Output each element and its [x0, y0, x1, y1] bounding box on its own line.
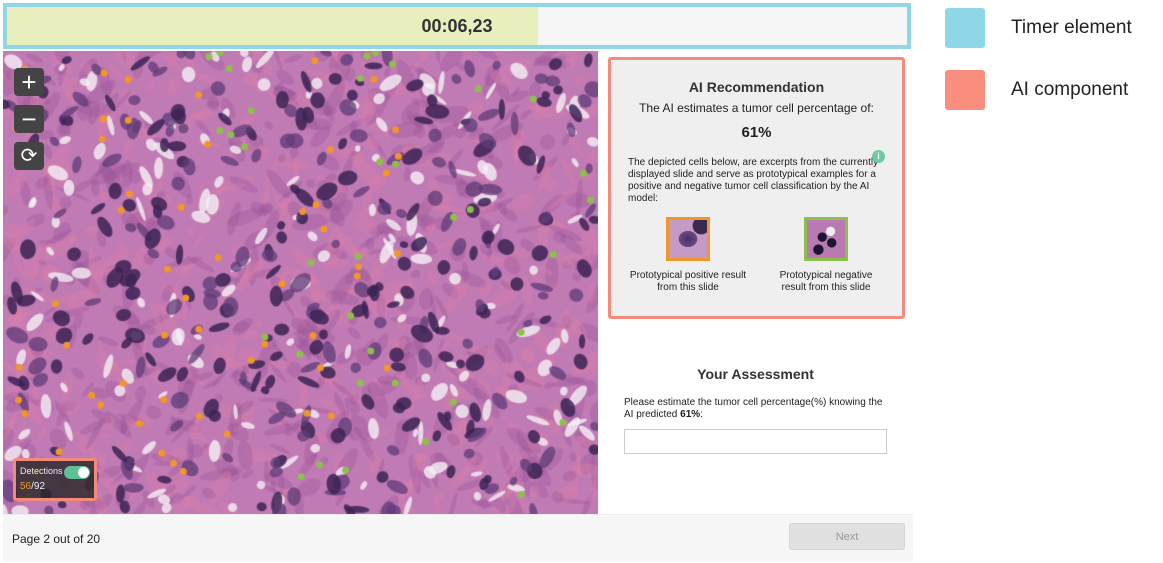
- ai-recommendation-panel: AI Recommendation The AI estimates a tum…: [608, 57, 905, 319]
- negative-prototype-label: Prototypical negative result from this s…: [779, 270, 873, 293]
- ai-percentage: 61%: [741, 124, 772, 141]
- total-count: /92: [31, 481, 46, 492]
- legend-ai: AI component: [945, 70, 1128, 110]
- rotate-button[interactable]: ⟳: [14, 142, 44, 170]
- legend-swatch: [945, 70, 985, 110]
- ai-title: AI Recommendation: [688, 79, 825, 95]
- legend-label: AI component: [1011, 79, 1129, 100]
- detections-panel: Detections 56/92: [13, 458, 97, 501]
- positive-count: 56: [20, 481, 32, 492]
- minus-icon: −: [21, 104, 37, 134]
- histology-image[interactable]: [3, 51, 598, 514]
- page-indicator: Page 2 out of 20: [12, 532, 101, 546]
- timer-text: 00:06,23: [421, 15, 493, 36]
- assessment-section: Your Assessment Please estimate the tumo…: [598, 366, 913, 454]
- plus-icon: +: [21, 67, 37, 97]
- zoom-out-button[interactable]: −: [14, 105, 44, 133]
- footer: Page 2 out of 20 Next: [3, 514, 913, 561]
- slide-viewer[interactable]: + − ⟳: [3, 51, 598, 514]
- ai-subtitle: The AI estimates a tumor cell percentage…: [639, 101, 874, 115]
- negative-prototype: Prototypical negative result from this s…: [766, 217, 886, 294]
- positive-prototype: Prototypical positive result from this s…: [628, 217, 748, 294]
- detections-toggle[interactable]: [64, 466, 90, 479]
- info-icon[interactable]: i: [872, 150, 885, 163]
- legend-label: Timer element: [1011, 17, 1132, 38]
- prompt-end: :: [700, 409, 703, 420]
- legend-swatch: [945, 8, 985, 48]
- positive-cell-image[interactable]: [666, 217, 710, 261]
- next-button[interactable]: Next: [789, 523, 905, 550]
- assessment-title: Your Assessment: [697, 366, 814, 382]
- timer-bar: 00:06,23: [3, 3, 911, 49]
- positive-prototype-label: Prototypical positive result from this s…: [629, 270, 747, 293]
- prompt-ai-value: 61%: [680, 409, 701, 420]
- tumor-percentage-input[interactable]: [624, 429, 887, 454]
- assessment-prompt: Please estimate the tumor cell percentag…: [624, 397, 887, 421]
- legend-timer: Timer element: [945, 8, 1132, 48]
- zoom-in-button[interactable]: +: [14, 68, 44, 96]
- rotate-icon: ⟳: [20, 145, 38, 167]
- prompt-text: Please estimate the tumor cell percentag…: [624, 397, 883, 420]
- negative-cell-image[interactable]: [804, 217, 848, 261]
- ai-description: The depicted cells below, are excerpts f…: [628, 157, 879, 204]
